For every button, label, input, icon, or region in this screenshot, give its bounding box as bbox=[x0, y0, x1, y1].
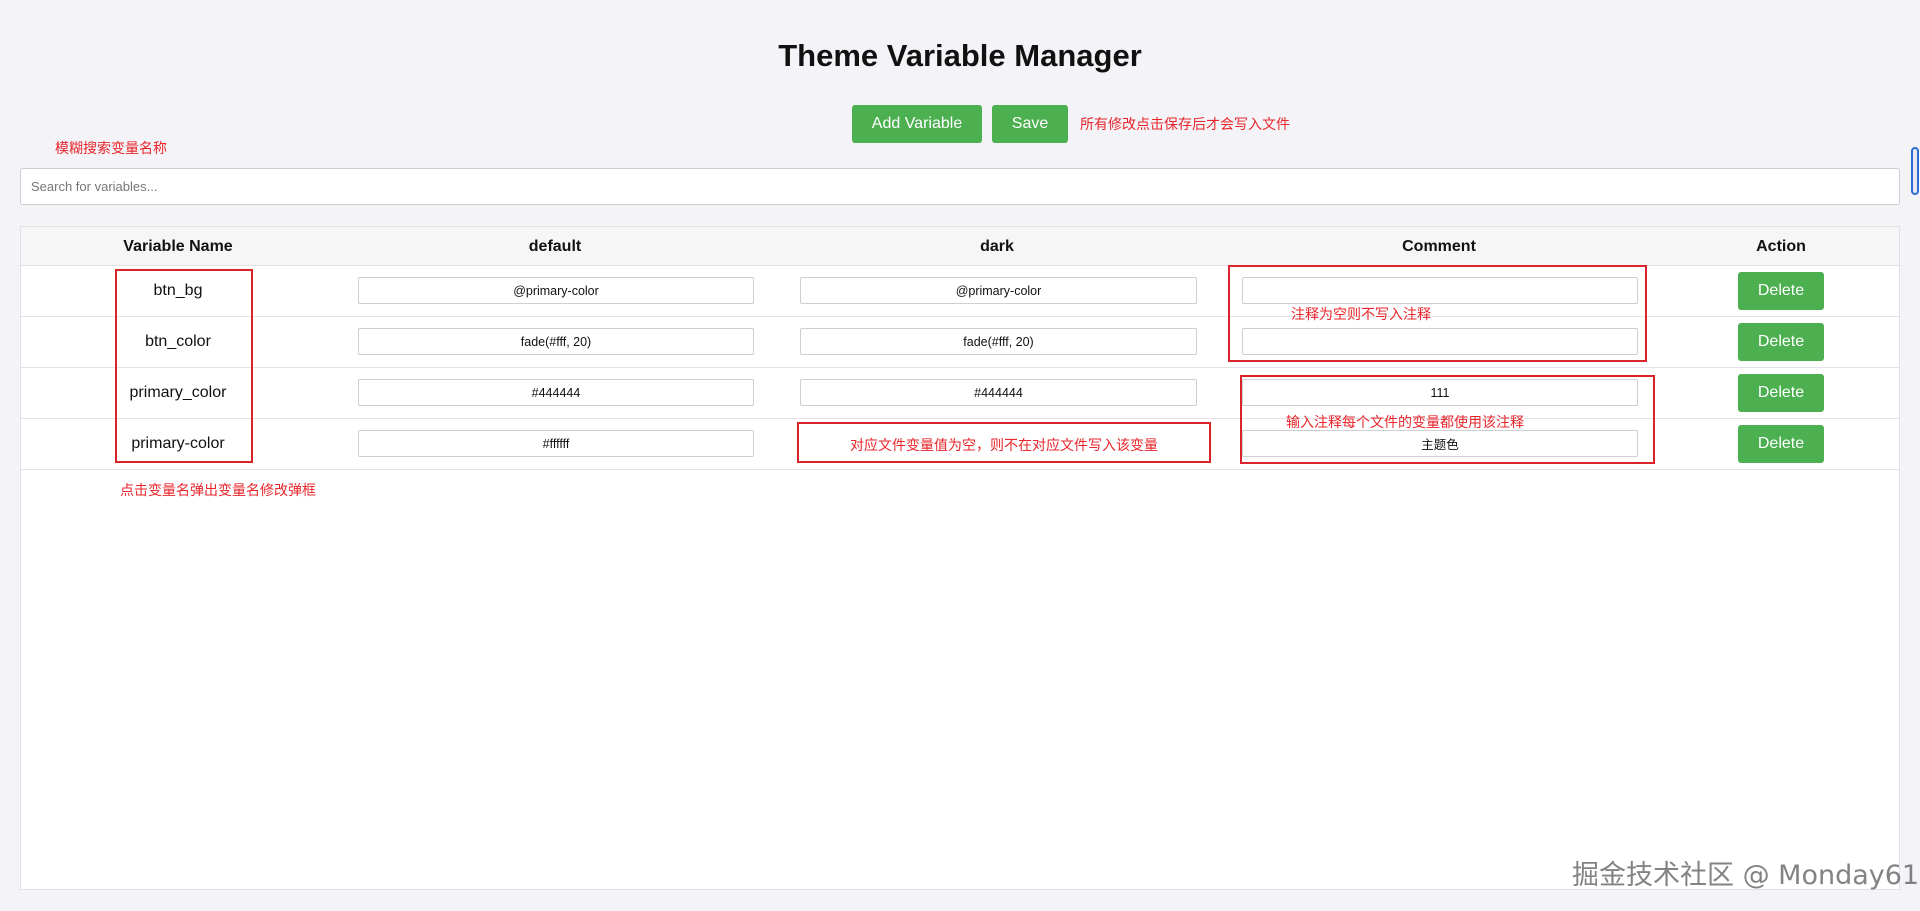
comment-input[interactable] bbox=[1242, 277, 1638, 304]
default-value-input[interactable] bbox=[358, 379, 754, 406]
save-annotation: 所有修改点击保存后才会写入文件 bbox=[1080, 117, 1290, 133]
search-annotation: 模糊搜索变量名称 bbox=[55, 141, 167, 157]
table-row: btn_color Delete bbox=[21, 317, 1899, 368]
column-header-dark: dark bbox=[980, 238, 1014, 255]
variables-table: Variable Name default dark Comment Actio… bbox=[20, 226, 1900, 890]
table-row: primary-color Delete bbox=[21, 419, 1899, 470]
variable-name-cell[interactable]: btn_color bbox=[21, 317, 335, 367]
comment-input[interactable] bbox=[1242, 430, 1638, 457]
variable-name-cell[interactable]: primary-color bbox=[21, 419, 335, 469]
dark-value-input[interactable] bbox=[800, 328, 1197, 355]
save-button[interactable]: Save bbox=[992, 105, 1068, 143]
page-title: Theme Variable Manager bbox=[778, 38, 1142, 73]
column-header-action: Action bbox=[1756, 238, 1806, 255]
table-header: Variable Name default dark Comment Actio… bbox=[21, 227, 1899, 266]
column-header-comment: Comment bbox=[1402, 238, 1476, 255]
add-variable-button[interactable]: Add Variable bbox=[852, 105, 982, 143]
search-input[interactable] bbox=[20, 168, 1900, 205]
default-value-input[interactable] bbox=[358, 277, 754, 304]
default-value-input[interactable] bbox=[358, 328, 754, 355]
delete-button[interactable]: Delete bbox=[1738, 323, 1824, 361]
dark-value-input[interactable] bbox=[800, 430, 1197, 457]
dark-value-input[interactable] bbox=[800, 277, 1197, 304]
default-value-input[interactable] bbox=[358, 430, 754, 457]
comment-empty-annotation: 注释为空则不写入注释 bbox=[1291, 307, 1431, 323]
scrollbar-thumb[interactable] bbox=[1911, 147, 1919, 195]
delete-button[interactable]: Delete bbox=[1738, 425, 1824, 463]
watermark-text: 掘金技术社区 @ Monday617 bbox=[1572, 860, 1920, 891]
name-click-annotation: 点击变量名弹出变量名修改弹框 bbox=[120, 483, 316, 499]
column-header-default: default bbox=[528, 238, 582, 255]
comment-annotation: 输入注释每个文件的变量都使用该注释 bbox=[1286, 415, 1524, 431]
delete-button[interactable]: Delete bbox=[1738, 374, 1824, 412]
variable-name-cell[interactable]: btn_bg bbox=[21, 266, 335, 316]
delete-button[interactable]: Delete bbox=[1738, 272, 1824, 310]
variable-name-cell[interactable]: primary_color bbox=[21, 368, 335, 418]
table-row: primary_color Delete bbox=[21, 368, 1899, 419]
comment-input[interactable] bbox=[1242, 328, 1638, 355]
column-header-variable-name: Variable Name bbox=[123, 238, 233, 255]
dark-value-input[interactable] bbox=[800, 379, 1197, 406]
table-row: btn_bg Delete bbox=[21, 266, 1899, 317]
comment-input[interactable] bbox=[1242, 379, 1638, 406]
